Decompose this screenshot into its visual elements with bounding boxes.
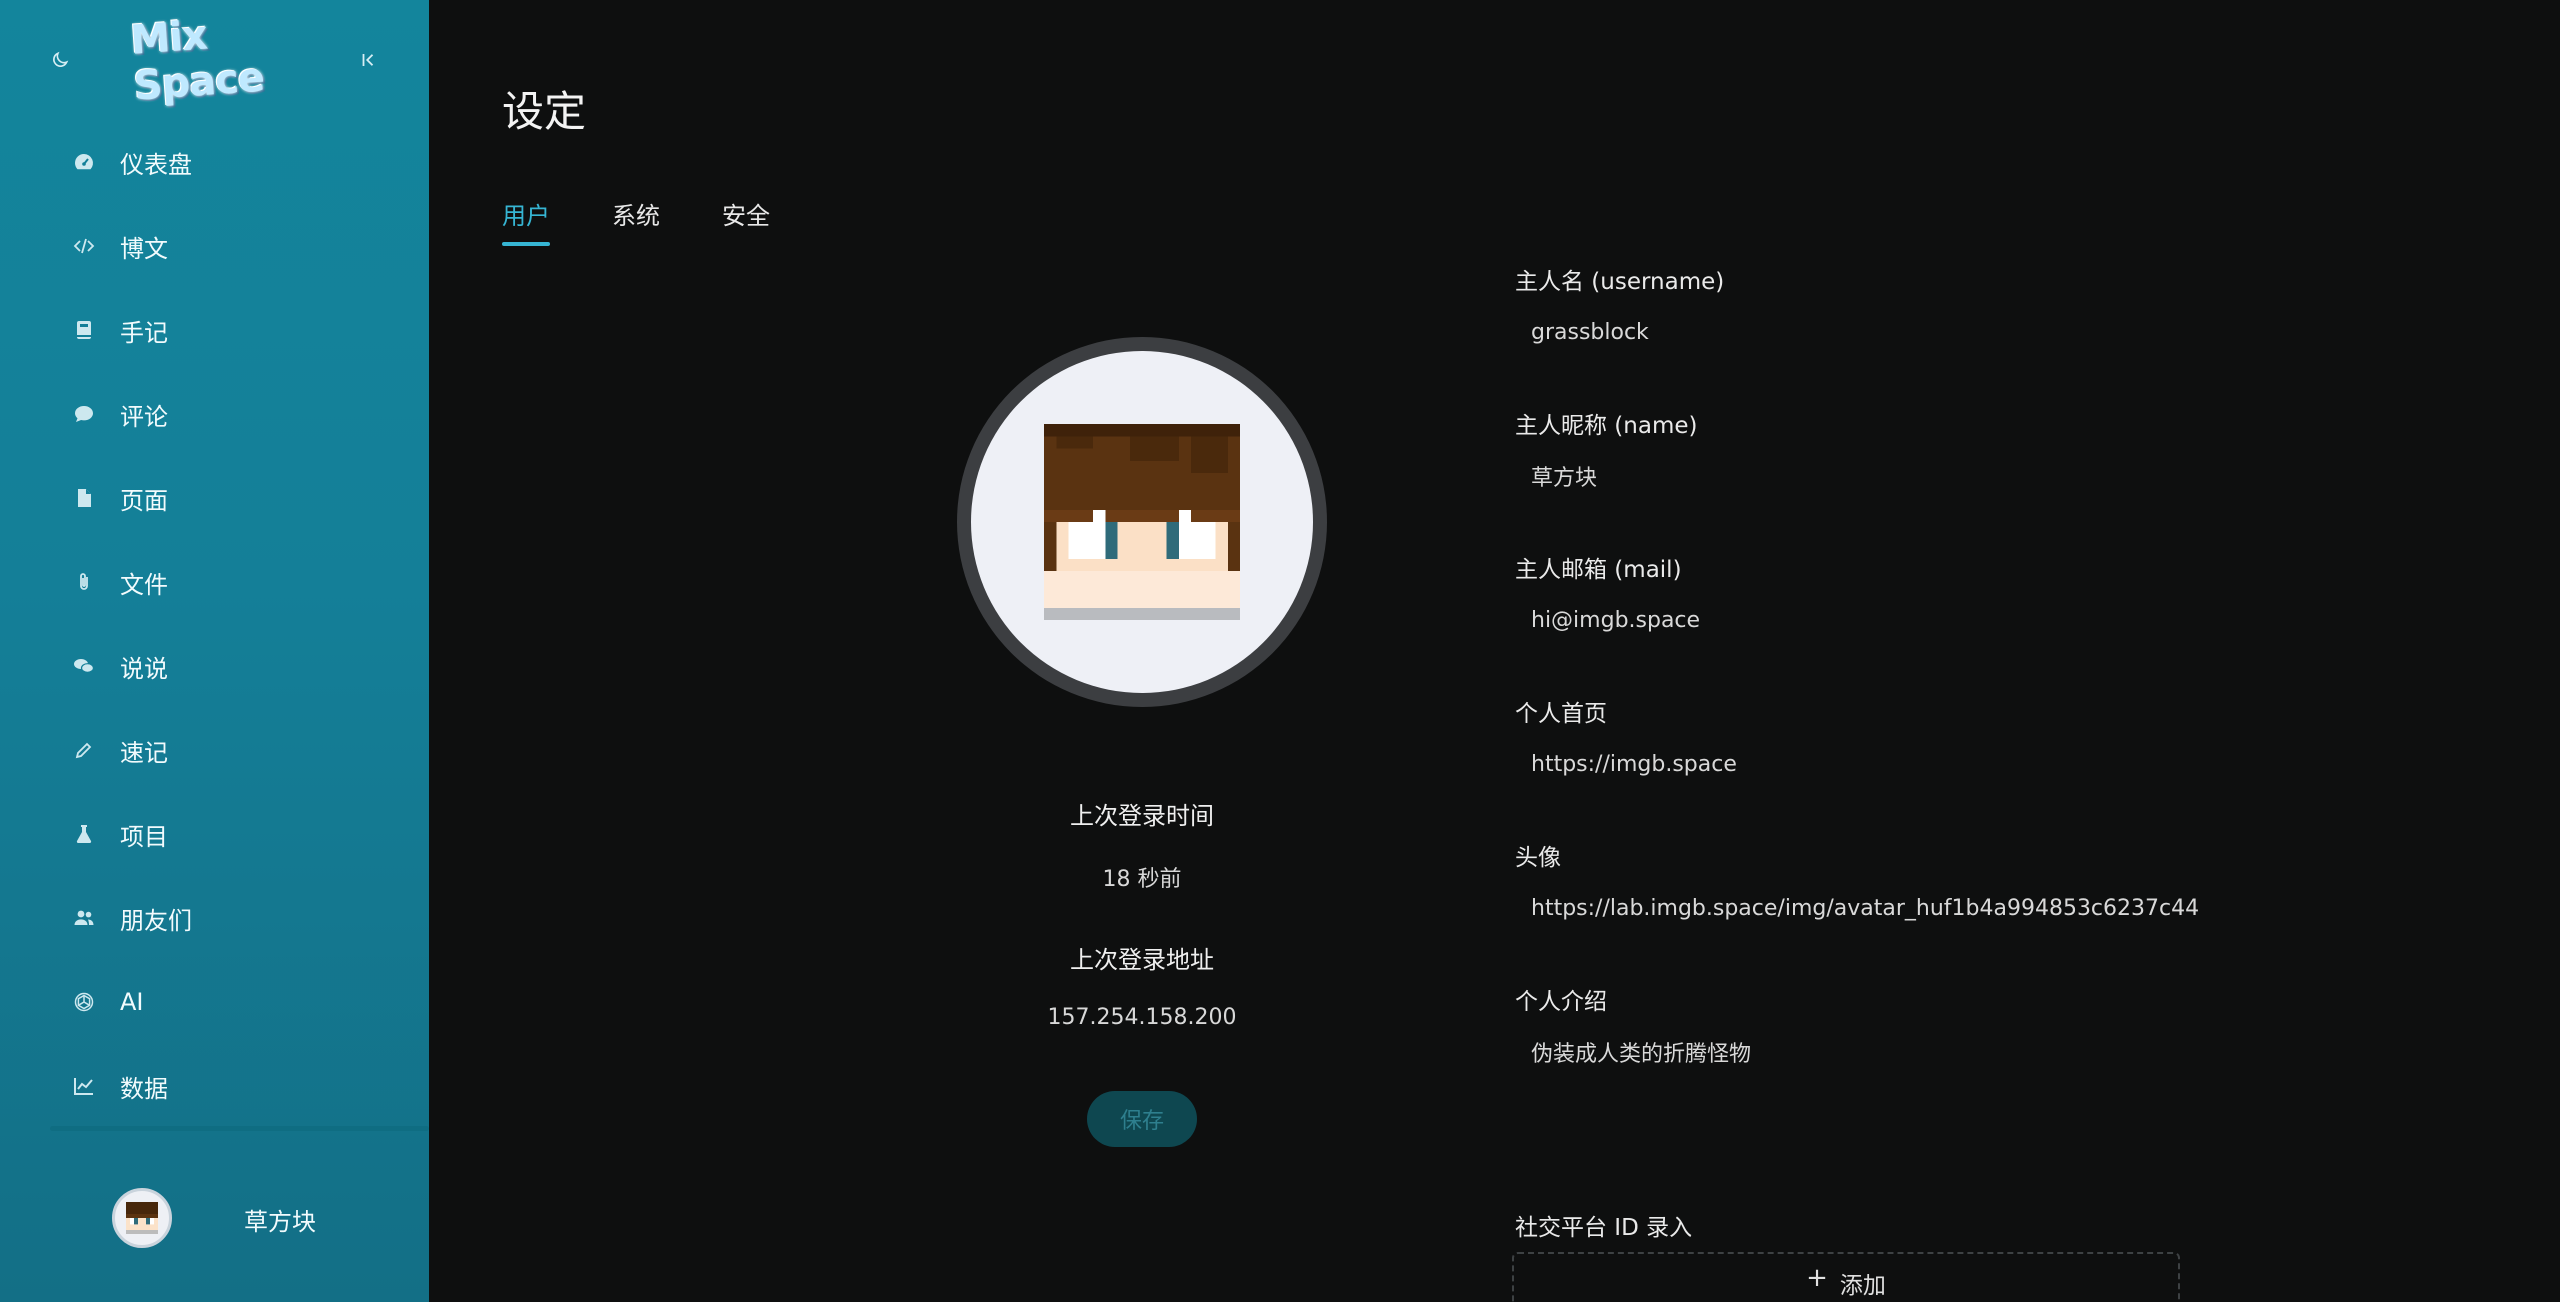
username-label: 主人名 (username)	[1515, 269, 1725, 295]
sidebar-item-comments[interactable]: 评论	[0, 372, 429, 456]
avatar-field-group: 头像	[1515, 838, 2235, 932]
theme-toggle-button[interactable]	[48, 48, 72, 72]
mail-label: 主人邮箱 (mail)	[1515, 557, 1682, 583]
last-login-time-label: 上次登录时间	[1070, 802, 1214, 830]
tab-system[interactable]: 系统	[612, 196, 660, 246]
main-content: 设定 用户 系统 安全 上次登录时间 18 秒前 上次登录地址 157.254.…	[429, 0, 2560, 1302]
last-login-ip-label: 上次登录地址	[1070, 946, 1214, 974]
last-login-ip-value: 157.254.158.200	[1047, 1005, 1237, 1030]
logo-text: Mix Space	[128, 12, 266, 110]
paperclip-icon	[70, 568, 98, 596]
sidebar-item-label: 页面	[120, 486, 168, 515]
name-input[interactable]	[1515, 452, 2235, 500]
pencil-icon	[70, 736, 98, 764]
file-icon	[70, 484, 98, 512]
sidebar-item-notes[interactable]: 手记	[0, 288, 429, 372]
page-title: 设定	[502, 87, 587, 136]
homepage-field-group: 个人首页	[1515, 694, 2235, 788]
last-login-time-value: 18 秒前	[1102, 867, 1182, 892]
tab-security[interactable]: 安全	[722, 196, 770, 246]
sidebar-item-label: 说说	[120, 654, 168, 683]
sidebar-header: Mix Space	[0, 0, 429, 120]
sidebar-item-friends[interactable]: 朋友们	[0, 876, 429, 960]
sidebar-item-label: 评论	[120, 402, 168, 431]
sidebar-item-label: AI	[120, 988, 144, 1016]
avatar	[112, 1188, 172, 1248]
chart-icon	[70, 1072, 98, 1100]
add-social-button[interactable]: + 添加	[1512, 1252, 2180, 1302]
sidebar-item-pages[interactable]: 页面	[0, 456, 429, 540]
sidebar-item-label: 文件	[120, 570, 168, 599]
sidebar-divider	[50, 1126, 429, 1131]
moon-icon	[53, 51, 69, 67]
sidebar-username: 草方块	[244, 1208, 316, 1236]
sidebar-item-analytics[interactable]: 数据	[0, 1044, 429, 1128]
sidebar: Mix Space 仪表盘 博文 手记 评论 页面 文件 说说 速记 项目 朋友…	[0, 0, 429, 1302]
intro-label: 个人介绍	[1515, 989, 1607, 1015]
username-field-group: 主人名 (username)	[1515, 262, 2235, 356]
sidebar-item-label: 速记	[120, 738, 168, 767]
name-field-group: 主人昵称 (name)	[1515, 406, 2235, 500]
chat-icon	[70, 652, 98, 680]
flask-icon	[70, 820, 98, 848]
sidebar-item-projects[interactable]: 项目	[0, 792, 429, 876]
sidebar-item-label: 仪表盘	[120, 150, 192, 179]
sidebar-item-files[interactable]: 文件	[0, 540, 429, 624]
sidebar-item-recently[interactable]: 速记	[0, 708, 429, 792]
settings-tabs: 用户 系统 安全	[502, 196, 832, 246]
friends-icon	[70, 904, 98, 932]
sidebar-item-label: 项目	[120, 822, 168, 851]
save-button[interactable]: 保存	[1087, 1091, 1197, 1147]
homepage-label: 个人首页	[1515, 701, 1607, 727]
plus-icon: +	[1806, 1263, 1828, 1293]
username-input[interactable]	[1515, 308, 2235, 356]
logo[interactable]: Mix Space	[129, 13, 298, 110]
book-icon	[70, 316, 98, 344]
intro-input[interactable]	[1515, 1028, 2235, 1076]
sidebar-item-says[interactable]: 说说	[0, 624, 429, 708]
name-label: 主人昵称 (name)	[1515, 413, 1698, 439]
sidebar-item-label: 数据	[120, 1074, 168, 1103]
dashboard-icon	[70, 148, 98, 176]
tab-user[interactable]: 用户	[502, 196, 550, 246]
comment-icon	[70, 400, 98, 428]
last-login-ip: 上次登录地址 157.254.158.200	[829, 940, 1455, 1030]
social-id-label: 社交平台 ID 录入	[1515, 1215, 1693, 1241]
avatar	[971, 351, 1313, 693]
intro-field-group: 个人介绍	[1515, 982, 2235, 1076]
last-login-time: 上次登录时间 18 秒前	[829, 796, 1455, 893]
avatar-upload[interactable]	[957, 337, 1327, 707]
mail-input[interactable]	[1515, 596, 2235, 644]
collapse-left-icon	[362, 54, 374, 66]
openai-icon	[70, 988, 98, 1016]
sidebar-item-dashboard[interactable]: 仪表盘	[0, 120, 429, 204]
code-icon	[70, 232, 98, 260]
sidebar-nav: 仪表盘 博文 手记 评论 页面 文件 说说 速记 项目 朋友们 AI 数据	[0, 120, 429, 1128]
mail-field-group: 主人邮箱 (mail)	[1515, 550, 2235, 644]
sidebar-user[interactable]: 草方块	[0, 1180, 429, 1254]
add-social-label: 添加	[1839, 1273, 1886, 1299]
sidebar-item-label: 朋友们	[120, 906, 192, 935]
sidebar-item-posts[interactable]: 博文	[0, 204, 429, 288]
avatar-url-input[interactable]	[1515, 884, 2235, 932]
sidebar-item-label: 手记	[120, 318, 168, 347]
collapse-sidebar-button[interactable]	[356, 48, 380, 72]
avatar-url-label: 头像	[1515, 845, 1561, 871]
sidebar-item-label: 博文	[120, 234, 168, 263]
sidebar-item-ai[interactable]: AI	[0, 960, 429, 1044]
homepage-input[interactable]	[1515, 740, 2235, 788]
